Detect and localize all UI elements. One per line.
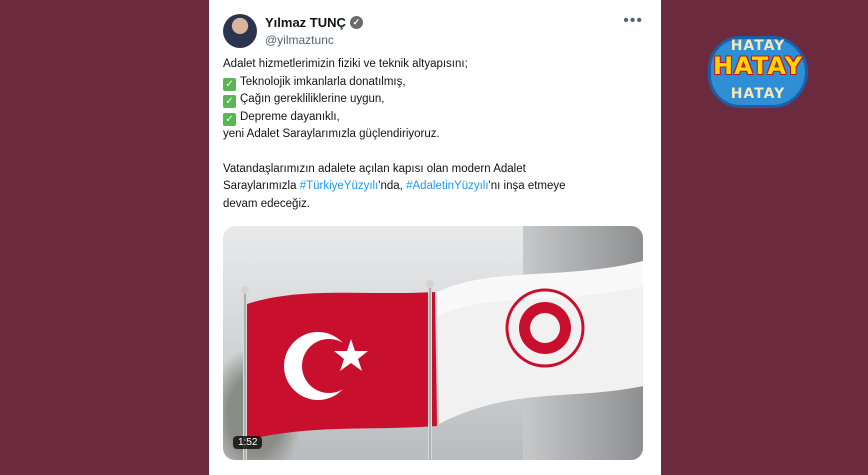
emblem-center [530,313,560,343]
hashtag-turkiye-yuzyili[interactable]: #TürkiyeYüzyılı [300,180,379,192]
flag-pole-right [428,286,432,460]
intro-line: Adalet hizmetlerimizin fiziki ve teknik … [223,58,468,70]
author-name[interactable]: Yılmaz TUNÇ ✓ [265,15,363,30]
paragraph2-line3: devam edeceğiz. [223,197,310,210]
paragraph2-line1: Vatandaşlarımızın adalete açılan kapısı … [223,162,526,175]
tweet-card: Yılmaz TUNÇ ✓ @yilmaztunc ••• Adalet hiz… [209,0,661,475]
logo-ghost-bottom: HATAY [730,86,786,102]
logo-text: HATAY [713,52,803,80]
flag-pole-left [243,292,247,460]
verified-badge-icon: ✓ [349,16,363,29]
check-mark-icon: ✓ [223,77,236,91]
closing-line: yeni Adalet Saraylarımızla güçlendiriyor… [223,128,440,140]
video-player[interactable]: 1:52 [223,226,643,460]
check-item: ✓ Teknolojik imkanlarla donatılmış, [223,74,648,92]
more-options-icon[interactable]: ••• [623,12,643,30]
hashtag-adaletin-yuzyili[interactable]: #AdaletinYüzyılı [406,180,488,192]
author-avatar[interactable] [223,14,257,48]
video-duration-badge: 1:52 [233,436,263,449]
author-name-text: Yılmaz TUNÇ [265,15,346,30]
author-handle[interactable]: @yilmaztunc [265,33,334,47]
hatay-logo: HATAY HATAY HATAY [708,36,808,108]
pole-knob-left [241,286,249,294]
check-mark-icon: ✓ [223,112,236,126]
check-item: ✓ Depreme dayanıklı, [223,109,648,127]
tweet-text: Adalet hizmetlerimizin fiziki ve teknik … [223,56,648,213]
flags-image [247,261,643,440]
check-item: ✓ Çağın gerekliliklerine uygun, [223,91,648,109]
paragraph2-line2: Saraylarımızla #TürkiyeYüzyılı'nda, #Ada… [223,180,566,192]
pole-knob-right [426,280,434,288]
flag-crescent-inner [302,339,356,393]
check-mark-icon: ✓ [223,95,236,108]
